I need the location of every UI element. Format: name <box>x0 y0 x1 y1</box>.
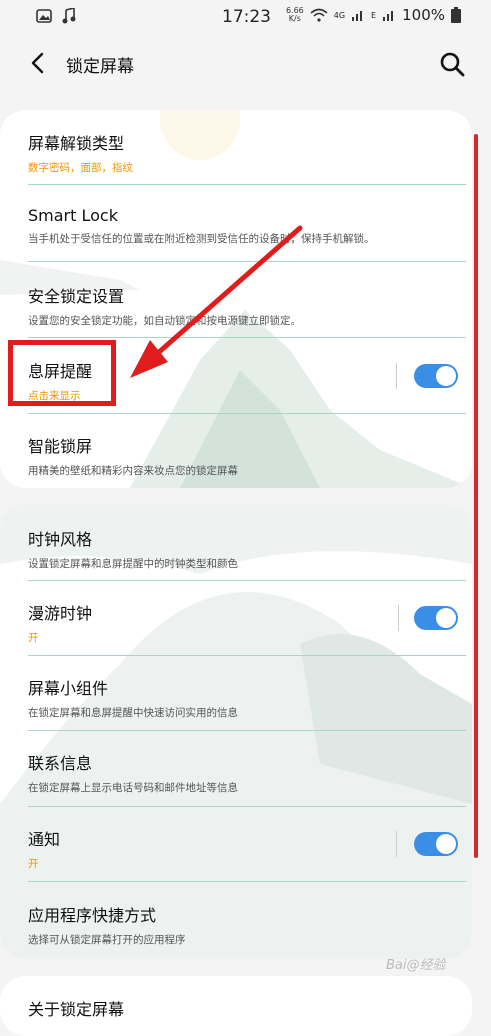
list-item-clock-style[interactable]: 时钟风格 设置锁定屏幕和息屏提醒中的时钟类型和颜色 <box>28 526 466 571</box>
page-title: 锁定屏幕 <box>66 57 134 77</box>
divider <box>28 881 466 882</box>
list-item-notifications[interactable]: 通知 开 <box>28 826 466 871</box>
list-item-app-shortcuts[interactable]: 应用程序快捷方式 选择可从锁定屏幕打开的应用程序 <box>28 902 466 947</box>
signal-icon <box>352 11 363 21</box>
status-icons-right: 6.66 K/s 4G E 100% <box>286 6 461 24</box>
item-title: 智能锁屏 <box>28 437 93 456</box>
toggle-knob <box>436 366 456 386</box>
item-subtitle: 开 <box>28 632 39 644</box>
gallery-icon <box>36 9 52 23</box>
item-title: 联系信息 <box>28 754 93 773</box>
network-type: 4G <box>333 10 346 20</box>
item-subtitle: 选择可从锁定屏幕打开的应用程序 <box>28 934 186 946</box>
toggle-separator <box>396 363 397 389</box>
item-title: 通知 <box>28 830 61 849</box>
list-item-unlock-type[interactable]: 屏幕解锁类型 数字密码，面部，指纹 <box>28 130 466 175</box>
toggle-knob <box>436 834 456 854</box>
item-title: 漫游时钟 <box>28 604 93 623</box>
item-title: 安全锁定设置 <box>28 287 125 306</box>
toggle-separator <box>396 831 397 857</box>
divider <box>28 261 466 262</box>
battery-icon <box>451 7 461 23</box>
item-subtitle: 在锁定屏幕和息屏提醒中快速访问实用的信息 <box>28 707 238 719</box>
status-icons-left <box>36 8 76 24</box>
item-subtitle: 开 <box>28 858 39 870</box>
network-type-e: E <box>371 10 377 20</box>
roaming-clock-toggle[interactable] <box>414 606 458 630</box>
net-speed-unit: K/s <box>288 14 301 23</box>
settings-card-display: 时钟风格 设置锁定屏幕和息屏提醒中的时钟类型和颜色 漫游时钟 开 屏幕小组件 在… <box>0 504 472 959</box>
back-icon[interactable] <box>24 48 54 78</box>
notifications-toggle[interactable] <box>414 832 458 856</box>
divider <box>28 655 466 656</box>
item-subtitle: 设置您的安全锁定功能，如自动锁定和按电源键立即锁定。 <box>28 315 301 327</box>
music-icon <box>62 8 76 24</box>
always-on-display-toggle[interactable] <box>414 364 458 388</box>
list-item-contact-info[interactable]: 联系信息 在锁定屏幕上显示电话号码和邮件地址等信息 <box>28 750 466 795</box>
ink-landscape-background <box>0 504 472 959</box>
list-item-smart-lockscreen[interactable]: 智能锁屏 用精美的壁纸和精彩内容来妆点您的锁定屏幕 <box>28 433 466 478</box>
item-subtitle: 用精美的壁纸和精彩内容来妆点您的锁定屏幕 <box>28 465 238 477</box>
battery-percent: 100% <box>402 6 445 24</box>
app-bar: 锁定屏幕 <box>0 34 491 94</box>
divider <box>28 413 466 414</box>
item-title: 时钟风格 <box>28 530 93 549</box>
list-item-about-lockscreen[interactable]: 关于锁定屏幕 <box>28 996 466 1020</box>
signal-icon-2 <box>383 11 394 21</box>
settings-card-security: 屏幕解锁类型 数字密码，面部，指纹 Smart Lock 当手机处于受信任的位置… <box>0 110 472 488</box>
watermark: Bai@经验 <box>386 958 446 973</box>
toggle-separator <box>398 605 399 631</box>
search-icon[interactable] <box>438 50 466 78</box>
scrollbar[interactable] <box>474 134 478 858</box>
item-title: 屏幕小组件 <box>28 679 109 698</box>
divider <box>28 580 466 581</box>
divider <box>28 730 466 731</box>
divider <box>28 184 466 185</box>
list-item-roaming-clock[interactable]: 漫游时钟 开 <box>28 600 466 645</box>
item-subtitle: 设置锁定屏幕和息屏提醒中的时钟类型和颜色 <box>28 558 238 570</box>
list-item-secure-lock-settings[interactable]: 安全锁定设置 设置您的安全锁定功能，如自动锁定和按电源键立即锁定。 <box>28 283 466 328</box>
item-title: Smart Lock <box>28 206 118 225</box>
item-title: 关于锁定屏幕 <box>28 1000 125 1019</box>
status-bar: 17:23 6.66 K/s 4G E 100% <box>0 0 491 34</box>
item-subtitle: 在锁定屏幕上显示电话号码和邮件地址等信息 <box>28 782 238 794</box>
item-title: 屏幕解锁类型 <box>28 134 125 153</box>
item-subtitle: 数字密码，面部，指纹 <box>28 162 133 174</box>
list-item-smart-lock[interactable]: Smart Lock 当手机处于受信任的位置或在附近检测到受信任的设备时，保持手… <box>28 206 466 246</box>
wifi-icon <box>310 8 328 22</box>
net-speed: 6.66 K/s <box>286 7 304 23</box>
clock: 17:23 <box>222 7 271 27</box>
divider <box>28 806 466 807</box>
item-subtitle: 当手机处于受信任的位置或在附近检测到受信任的设备时，保持手机解锁。 <box>28 233 375 245</box>
item-title: 应用程序快捷方式 <box>28 906 157 925</box>
toggle-knob <box>436 608 456 628</box>
settings-card-about: 关于锁定屏幕 <box>0 976 472 1036</box>
list-item-screen-widgets[interactable]: 屏幕小组件 在锁定屏幕和息屏提醒中快速访问实用的信息 <box>28 675 466 720</box>
annotation-highlight-box <box>8 340 116 406</box>
divider <box>28 337 466 338</box>
